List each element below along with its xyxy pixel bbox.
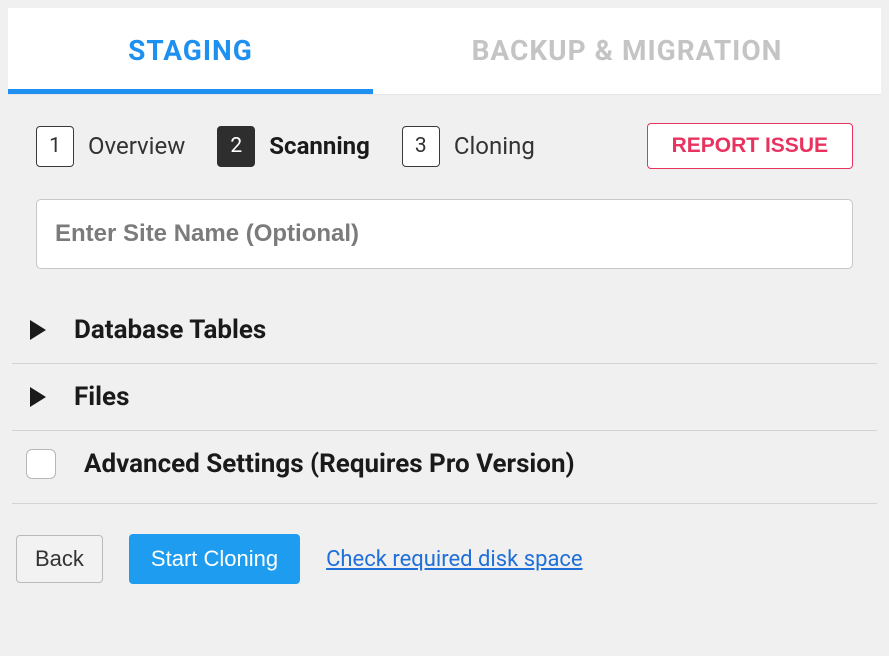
section-files[interactable]: Files: [12, 364, 877, 431]
step-2-label: Scanning: [269, 132, 370, 160]
section-database-tables[interactable]: Database Tables: [12, 297, 877, 364]
check-disk-space-link[interactable]: Check required disk space: [326, 547, 582, 572]
step-1-label: Overview: [88, 132, 185, 160]
advanced-checkbox[interactable]: [26, 449, 56, 479]
caret-right-icon: [30, 320, 46, 340]
section-advanced-title: Advanced Settings (Requires Pro Version): [84, 449, 575, 479]
main-tabs: STAGING BACKUP & MIGRATION: [8, 8, 881, 95]
start-cloning-button[interactable]: Start Cloning: [129, 534, 300, 584]
wizard-steps: 1 Overview 2 Scanning 3 Cloning REPORT I…: [36, 123, 853, 169]
tab-staging[interactable]: STAGING: [8, 8, 373, 94]
step-3-label: Cloning: [454, 132, 535, 160]
tab-backup-migration[interactable]: BACKUP & MIGRATION: [373, 8, 881, 94]
section-database-tables-title: Database Tables: [74, 315, 266, 345]
step-1-number[interactable]: 1: [36, 126, 74, 167]
sections-list: Database Tables Files Advanced Settings …: [12, 297, 877, 504]
report-issue-button[interactable]: REPORT ISSUE: [647, 123, 853, 169]
back-button[interactable]: Back: [16, 535, 103, 583]
caret-right-icon: [30, 387, 46, 407]
section-files-title: Files: [74, 382, 129, 412]
section-advanced-settings[interactable]: Advanced Settings (Requires Pro Version): [12, 431, 877, 504]
content-area: 1 Overview 2 Scanning 3 Cloning REPORT I…: [0, 95, 889, 584]
step-2-number[interactable]: 2: [217, 126, 255, 167]
site-name-input[interactable]: [36, 199, 853, 269]
footer-actions: Back Start Cloning Check required disk s…: [12, 504, 877, 584]
step-3-number[interactable]: 3: [402, 126, 440, 167]
